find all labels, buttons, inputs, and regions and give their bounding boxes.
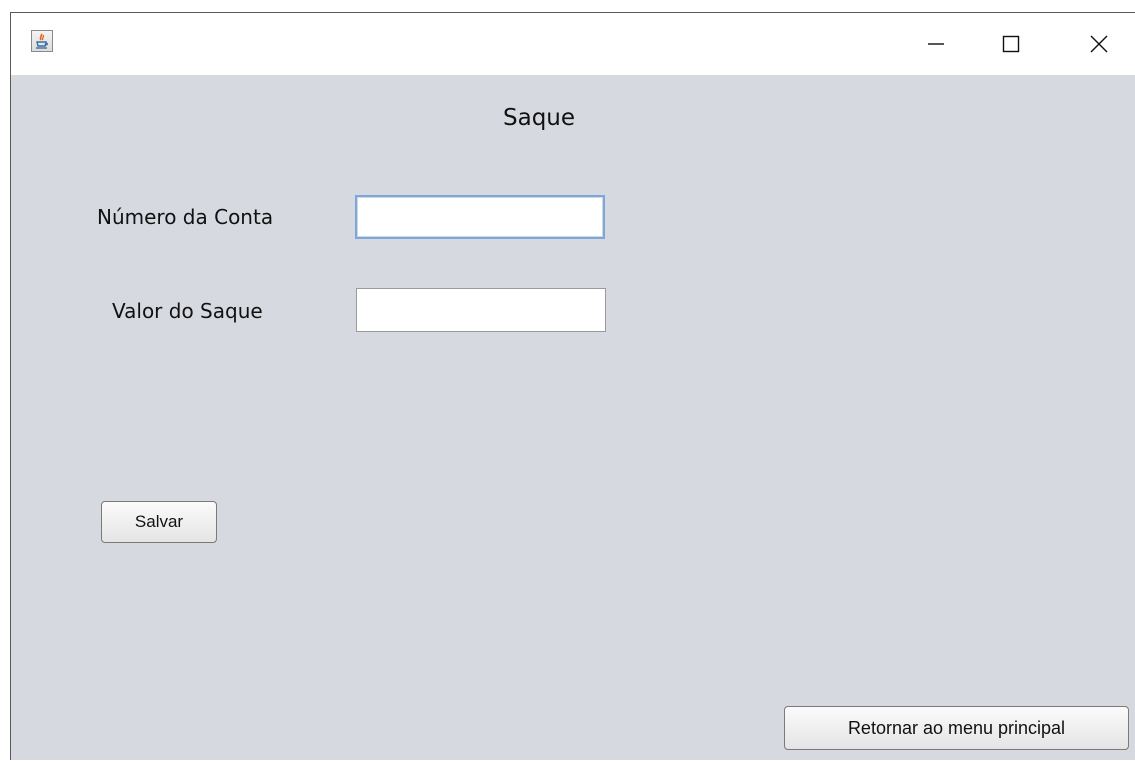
save-button[interactable]: Salvar [101, 501, 217, 543]
minimize-icon [928, 43, 944, 45]
withdraw-amount-field[interactable] [356, 288, 606, 332]
form-panel: Saque Número da Conta Valor do Saque Sal… [11, 75, 1135, 761]
maximize-icon [1002, 35, 1020, 53]
account-number-label: Número da Conta [97, 205, 274, 229]
withdraw-amount-label: Valor do Saque [112, 299, 263, 323]
maximize-button[interactable] [981, 13, 1041, 75]
title-bar[interactable] [11, 13, 1135, 75]
application-window: Saque Número da Conta Valor do Saque Sal… [10, 12, 1135, 760]
account-number-field[interactable] [355, 195, 605, 239]
java-cup-icon[interactable] [31, 30, 53, 52]
page-title: Saque [503, 105, 576, 131]
minimize-button[interactable] [906, 13, 966, 75]
close-icon [1090, 35, 1108, 53]
return-to-main-menu-button[interactable]: Retornar ao menu principal [784, 706, 1129, 750]
close-button[interactable] [1069, 13, 1129, 75]
